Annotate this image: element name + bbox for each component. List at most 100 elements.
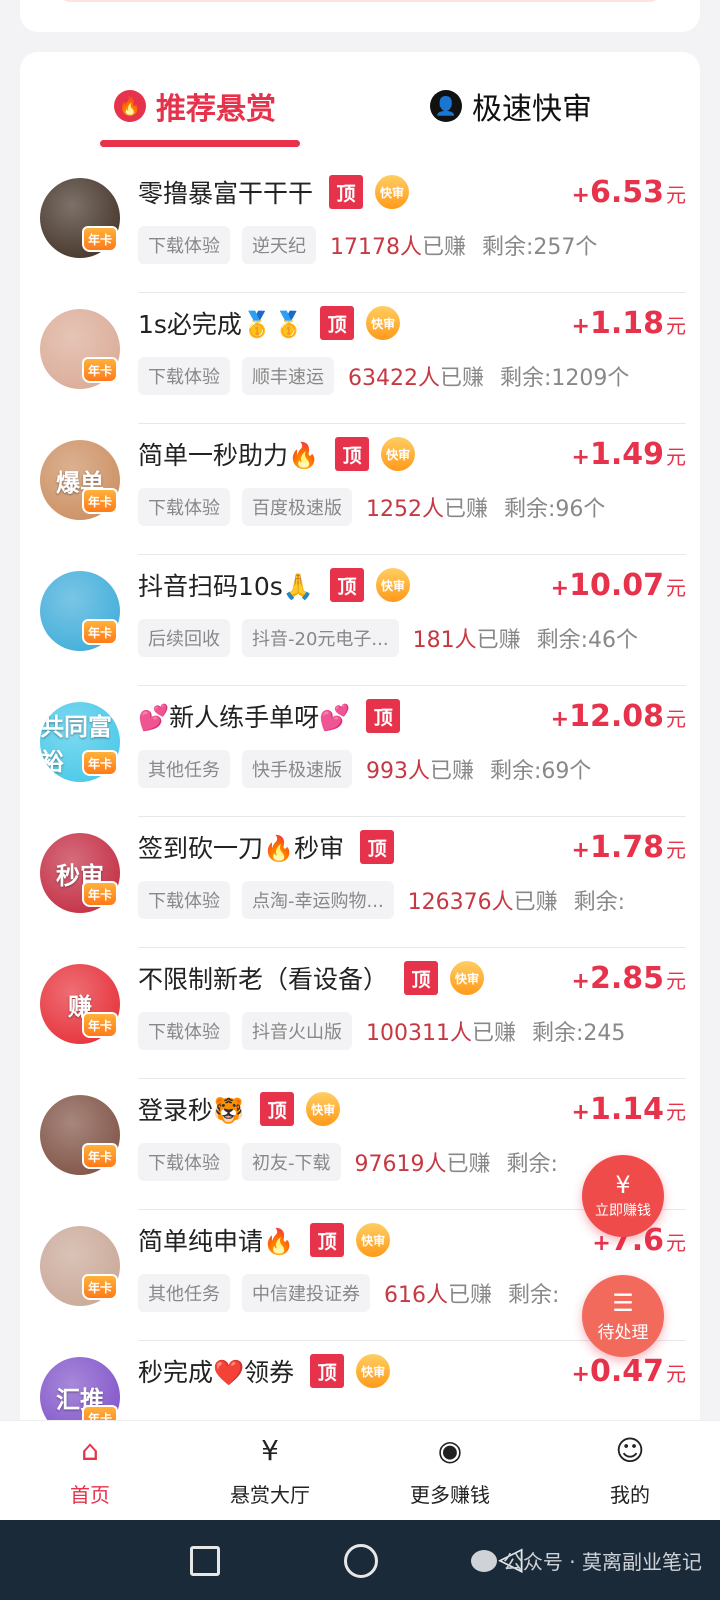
top-badge: 顶 [329,568,364,602]
annual-card-badge: 年卡 [82,357,118,383]
task-tag: 下载体验 [138,357,230,395]
fire-icon: 🔥 [114,90,146,122]
task-tag: 下载体验 [138,488,230,526]
task-header: 零撸暴富干干干顶快审 +6.53 元 [138,170,686,214]
task-tag: 下载体验 [138,226,230,264]
task-tag: 快手极速版 [242,750,352,788]
top-badge: 顶 [404,961,439,995]
reward-currency: 元 [666,1230,686,1255]
earned-number: 63422人 [348,366,440,391]
tab-fast-review[interactable]: 👤 极速快审 [430,84,592,128]
tab-fast-review-label: 极速快审 [472,92,592,127]
annual-card-badge: 年卡 [82,881,118,907]
reward-currency: 元 [666,575,686,600]
earned-suffix: 已赚 [422,235,467,260]
task-reward: +2.85 元 [572,961,686,996]
earned-count: 993人已赚 [366,753,474,785]
top-badge: 顶 [366,699,401,733]
remaining-count: 剩余:96个 [504,497,606,522]
fast-review-badge: 快审 [381,437,416,471]
nav-more-earn-label: 更多赚钱 [410,1483,490,1507]
top-badge: 顶 [360,830,395,864]
remaining-count: 剩余:69个 [490,759,592,784]
task-item[interactable]: 共同富裕 年卡 💕新人练手单呀💕 顶 +12.08 元其他任务 快手极速版 993人已赚 剩余:… [20,686,700,817]
task-meta: 下载体验 逆天纪 17178人已赚 剩余:257个 [138,226,686,264]
reward-amount: 1.78 [589,829,664,865]
task-reward: +1.14 元 [572,1092,686,1127]
task-tag: 下载体验 [138,1012,230,1050]
nav-home[interactable]: ⌂ 首页 [0,1421,180,1520]
earned-number: 97619人 [354,1152,447,1177]
task-tag: 逆天纪 [242,226,316,264]
task-item[interactable]: 秒审 年卡 签到砍一刀🔥秒审顶 +1.78 元下载体验 点淘-幸运购物... 126376人… [20,817,700,948]
yen-icon: ¥ [615,1171,631,1199]
pending-button[interactable]: ☰ 待处理 [582,1275,664,1357]
earned-suffix: 已赚 [476,628,521,653]
task-tag: 其他任务 [138,750,230,788]
earned-count: 97619人已赚 [355,1146,491,1178]
reward-amount: 0.47 [589,1353,664,1389]
reward-sign: + [571,444,590,470]
task-item[interactable]: 年卡 零撸暴富干干干顶快审 +6.53 元下载体验 逆天纪 17178人已赚 剩余:257个 [20,162,700,293]
watermark-text: 公众号 · 莫离副业笔记 [502,1550,702,1574]
nav-more-earn[interactable]: ◉ 更多赚钱 [360,1421,540,1520]
task-tag: 抖音火山版 [242,1012,352,1050]
task-header: 简单一秒助力🔥 顶快审 +1.49 元 [138,432,686,476]
earned-count: 181人已赚 [413,622,521,654]
remaining-count: 剩余:46个 [536,628,639,653]
earned-number: 100311人 [366,1021,472,1046]
task-title: 1s必完成🥇🥇 [138,310,305,339]
recents-button[interactable] [190,1546,220,1576]
reward-currency: 元 [666,182,686,207]
reward-currency: 元 [666,1361,686,1386]
task-tag: 下载体验 [138,881,230,919]
task-reward: +12.08 元 [551,699,686,734]
earned-suffix: 已赚 [430,759,475,784]
profile-icon: ☺ [615,1434,645,1467]
task-item[interactable]: 赚年卡 不限制新老（看设备）顶快审 +2.85 元下载体验 抖音火山版 100311人已赚… [20,948,700,1079]
active-tab-indicator [100,140,300,147]
user-icon: 👤 [430,90,462,122]
task-tag: 其他任务 [138,1274,230,1312]
task-header: 签到砍一刀🔥秒审顶 +1.78 元 [138,825,686,869]
task-tag: 抖音-20元电子... [242,619,399,657]
previous-card [20,0,700,32]
earned-number: 17178人 [330,235,422,260]
tab-recommended[interactable]: 🔥 推荐悬赏 [114,84,276,128]
task-item[interactable]: 爆单 年卡 简单一秒助力🔥 顶快审 +1.49 元下载体验 百度极速版 1252人已赚 剩余:9… [20,424,700,555]
reward-currency: 元 [666,444,686,469]
task-meta: 其他任务 快手极速版 993人已赚 剩余:69个 [138,750,686,788]
task-tag: 点淘-幸运购物... [242,881,394,919]
task-title: 简单纯申请🔥 [138,1227,295,1256]
task-reward: +10.07 元 [551,568,686,603]
top-badge: 顶 [260,1092,295,1126]
fast-review-badge: 快审 [356,1354,391,1388]
earned-suffix: 已赚 [513,890,558,915]
home-system-button[interactable] [344,1544,378,1578]
task-meta: 下载体验 抖音火山版 100311人已赚 剩余:245 [138,1012,686,1050]
earned-count: 100311人已赚 [366,1015,516,1047]
remaining-count: 剩余:1209个 [500,366,630,391]
task-item[interactable]: 年卡 抖音扫码10s🙏 顶快审 +10.07 元后续回收 抖音-20元电子... 181人已… [20,555,700,686]
remaining-count: 剩余: [508,1283,560,1308]
reward-amount: 1.18 [589,305,664,341]
task-reward: +1.18 元 [572,306,686,341]
task-meta: 后续回收 抖音-20元电子... 181人已赚 剩余:46个 [138,619,686,657]
gamepad-icon: ◉ [437,1434,463,1467]
nav-reward-hall[interactable]: ¥ 悬赏大厅 [180,1421,360,1520]
annual-card-badge: 年卡 [82,619,118,645]
reward-amount: 10.07 [569,567,664,603]
top-badge: 顶 [329,175,364,209]
task-tag: 后续回收 [138,619,230,657]
nav-profile[interactable]: ☺ 我的 [540,1421,720,1520]
earned-number: 126376人 [407,890,514,915]
task-header: 不限制新老（看设备） 顶快审 +2.85 元 [138,956,686,1000]
earn-now-button[interactable]: ¥ 立即赚钱 [582,1155,664,1237]
task-list: 年卡 零撸暴富干干干顶快审 +6.53 元下载体验 逆天纪 17178人已赚 剩余:257个… [20,162,700,1452]
bottom-nav: ⌂ 首页 ¥ 悬赏大厅 ◉ 更多赚钱 ☺ 我的 [0,1420,720,1520]
reward-sign: + [571,968,590,994]
chat-icon: ☰ [612,1288,634,1317]
tab-recommended-label: 推荐悬赏 [156,92,276,127]
top-badge: 顶 [335,437,370,471]
task-item[interactable]: 年卡 1s必完成🥇🥇 顶快审 +1.18 元下载体验 顺丰速运 63422人已赚 剩余:120… [20,293,700,424]
